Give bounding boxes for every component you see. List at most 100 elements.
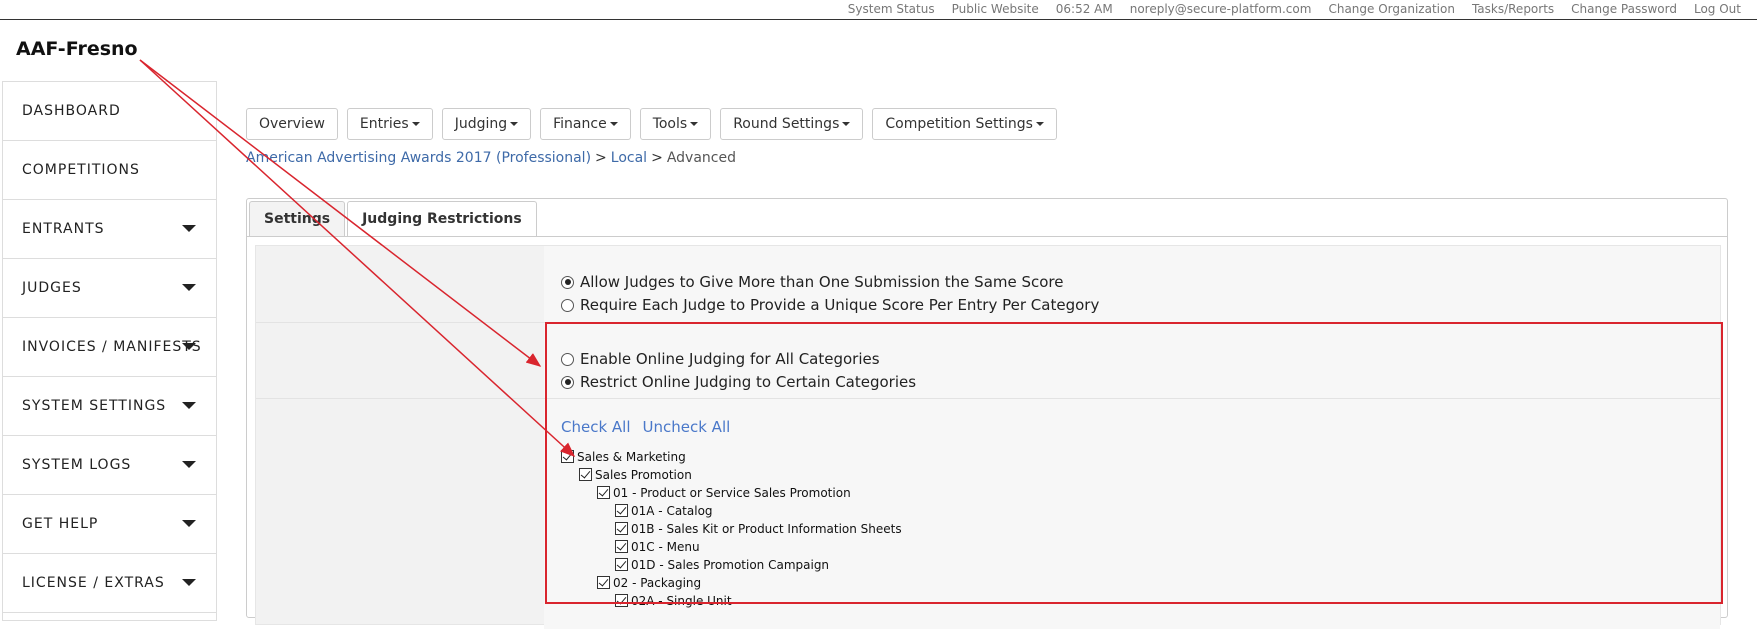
category-label: 01B - Sales Kit or Product Information S… bbox=[631, 521, 902, 536]
require-unique-score-radio[interactable] bbox=[561, 298, 574, 312]
sidebar-item-get-help[interactable]: GET HELP bbox=[3, 495, 216, 554]
category-label: Sales & Marketing bbox=[577, 449, 686, 464]
sidebar-item-dashboard[interactable]: DASHBOARD bbox=[3, 82, 216, 141]
caret-down-icon bbox=[182, 343, 196, 350]
caret-down-icon bbox=[690, 122, 699, 126]
sidebar-item-label: SYSTEM LOGS bbox=[22, 457, 132, 473]
panel-tabs: Settings Judging Restrictions bbox=[249, 201, 539, 236]
category-actions: Check All Uncheck All bbox=[561, 418, 730, 436]
breadcrumb-current: Advanced bbox=[666, 150, 736, 166]
breadcrumb-competition-link[interactable]: American Advertising Awards 2017 (Profes… bbox=[246, 150, 591, 166]
organization-name: AAF-Fresno bbox=[16, 38, 138, 60]
breadcrumb-round-link[interactable]: Local bbox=[611, 150, 647, 166]
tab-divider bbox=[247, 236, 1727, 237]
category-checkbox[interactable] bbox=[561, 450, 574, 463]
enable-all-online-judging-option[interactable]: Enable Online Judging for All Categories bbox=[561, 350, 880, 368]
top-navigation-bar: System Status Public Website 06:52 AM no… bbox=[0, 0, 1757, 20]
category-node: 01 - Product or Service Sales Promotion bbox=[597, 484, 851, 501]
uncheck-all-link[interactable]: Uncheck All bbox=[643, 418, 731, 436]
category-label: 01D - Sales Promotion Campaign bbox=[631, 557, 830, 572]
breadcrumb-separator: > bbox=[651, 150, 663, 166]
judging-label: Judging bbox=[454, 116, 508, 132]
enable-all-online-judging-radio[interactable] bbox=[561, 352, 574, 366]
require-unique-score-label: Require Each Judge to Provide a Unique S… bbox=[580, 296, 1100, 314]
breadcrumb: American Advertising Awards 2017 (Profes… bbox=[246, 150, 736, 166]
restrict-online-judging-radio[interactable] bbox=[561, 375, 574, 389]
sidebar-item-label: INVOICES / MANIFESTS bbox=[22, 339, 202, 355]
category-checkbox[interactable] bbox=[615, 594, 628, 607]
category-checkbox[interactable] bbox=[597, 486, 610, 499]
breadcrumb-separator: > bbox=[595, 150, 607, 166]
category-label: 01C - Menu bbox=[631, 539, 700, 554]
category-label: Sales Promotion bbox=[595, 467, 692, 482]
tab-settings[interactable]: Settings bbox=[249, 201, 346, 236]
require-unique-score-option[interactable]: Require Each Judge to Provide a Unique S… bbox=[561, 296, 1099, 314]
category-checkbox[interactable] bbox=[579, 468, 592, 481]
category-checkbox[interactable] bbox=[615, 558, 628, 571]
caret-down-icon bbox=[510, 122, 519, 126]
category-node: 01C - Menu bbox=[615, 538, 700, 555]
caret-down-icon bbox=[1035, 122, 1044, 126]
round-settings-label: Round Settings bbox=[733, 116, 840, 132]
tab-label: Judging Restrictions bbox=[362, 211, 522, 227]
category-node: 01B - Sales Kit or Product Information S… bbox=[615, 520, 902, 537]
sidebar-item-competitions[interactable]: COMPETITIONS bbox=[3, 141, 216, 200]
category-label: 01 - Product or Service Sales Promotion bbox=[613, 485, 851, 500]
restrict-online-judging-label: Restrict Online Judging to Certain Categ… bbox=[580, 373, 917, 391]
settings-panel: Settings Judging Restrictions Allow Judg… bbox=[246, 198, 1728, 629]
tools-dropdown-button[interactable]: Tools bbox=[639, 108, 712, 140]
tab-label: Settings bbox=[264, 211, 331, 227]
competition-settings-dropdown-button[interactable]: Competition Settings bbox=[872, 108, 1057, 140]
enable-all-online-judging-label: Enable Online Judging for All Categories bbox=[580, 350, 880, 368]
allow-same-score-radio[interactable] bbox=[561, 275, 574, 289]
category-checkbox[interactable] bbox=[615, 540, 628, 553]
caret-down-icon bbox=[842, 122, 851, 126]
user-email[interactable]: noreply@secure-platform.com bbox=[1130, 2, 1312, 16]
entries-dropdown-button[interactable]: Entries bbox=[346, 108, 433, 140]
overview-button[interactable]: Overview bbox=[246, 108, 338, 140]
category-checkbox[interactable] bbox=[597, 576, 610, 589]
caret-down-icon bbox=[411, 122, 420, 126]
allow-same-score-label: Allow Judges to Give More than One Submi… bbox=[580, 273, 1064, 291]
sidebar-item-label: COMPETITIONS bbox=[22, 162, 140, 178]
judging-restrictions-content: Allow Judges to Give More than One Submi… bbox=[255, 245, 1721, 629]
caret-down-icon bbox=[182, 520, 196, 527]
system-status-link[interactable]: System Status bbox=[848, 2, 935, 16]
category-label: 02 - Packaging bbox=[613, 575, 702, 590]
sidebar-item-label: SYSTEM SETTINGS bbox=[22, 398, 167, 414]
tab-judging-restrictions[interactable]: Judging Restrictions bbox=[347, 201, 537, 236]
sidebar-item-system-logs[interactable]: SYSTEM LOGS bbox=[3, 436, 216, 495]
sidebar-item-label: JUDGES bbox=[22, 280, 82, 296]
tasks-reports-link[interactable]: Tasks/Reports bbox=[1472, 2, 1554, 16]
check-all-link[interactable]: Check All bbox=[561, 418, 631, 436]
sidebar-item-invoices-manifests[interactable]: INVOICES / MANIFESTS bbox=[3, 318, 216, 377]
sidebar-item-judges[interactable]: JUDGES bbox=[3, 259, 216, 318]
sidebar-item-label: GET HELP bbox=[22, 516, 99, 532]
category-checkbox[interactable] bbox=[615, 522, 628, 535]
overview-label: Overview bbox=[259, 116, 325, 132]
top-links: System Status Public Website 06:52 AM no… bbox=[848, 2, 1741, 16]
category-label: 02A - Single Unit bbox=[631, 593, 732, 608]
category-checkbox[interactable] bbox=[615, 504, 628, 517]
sidebar: DASHBOARD COMPETITIONS ENTRANTS JUDGES I… bbox=[2, 81, 217, 621]
sidebar-item-system-settings[interactable]: SYSTEM SETTINGS bbox=[3, 377, 216, 436]
competition-settings-label: Competition Settings bbox=[885, 116, 1033, 132]
sidebar-item-entrants[interactable]: ENTRANTS bbox=[3, 200, 216, 259]
change-organization-link[interactable]: Change Organization bbox=[1328, 2, 1454, 16]
sidebar-item-label: LICENSE / EXTRAS bbox=[22, 575, 165, 591]
categories-row bbox=[256, 399, 1720, 629]
finance-label: Finance bbox=[553, 116, 607, 132]
change-password-link[interactable]: Change Password bbox=[1571, 2, 1677, 16]
caret-down-icon bbox=[182, 579, 196, 586]
judging-dropdown-button[interactable]: Judging bbox=[441, 108, 532, 140]
finance-dropdown-button[interactable]: Finance bbox=[540, 108, 631, 140]
caret-down-icon bbox=[609, 122, 618, 126]
log-out-link[interactable]: Log Out bbox=[1694, 2, 1741, 16]
category-node: Sales Promotion bbox=[579, 466, 692, 483]
restrict-online-judging-option[interactable]: Restrict Online Judging to Certain Categ… bbox=[561, 373, 916, 391]
public-website-link[interactable]: Public Website bbox=[952, 2, 1039, 16]
sidebar-item-license-extras[interactable]: LICENSE / EXTRAS bbox=[3, 554, 216, 613]
caret-down-icon bbox=[182, 284, 196, 291]
round-settings-dropdown-button[interactable]: Round Settings bbox=[720, 108, 864, 140]
allow-same-score-option[interactable]: Allow Judges to Give More than One Submi… bbox=[561, 273, 1064, 291]
